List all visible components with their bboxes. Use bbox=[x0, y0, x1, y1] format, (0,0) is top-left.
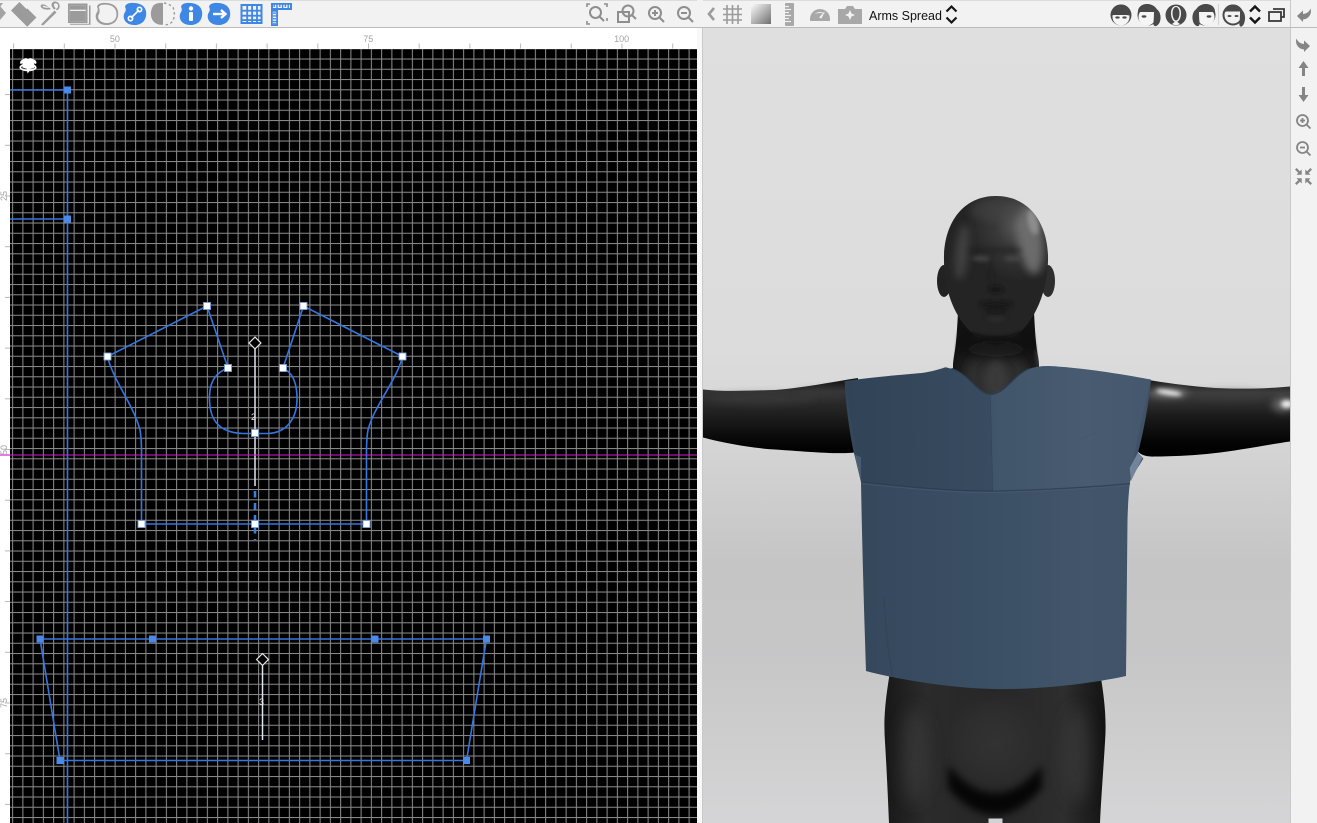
svg-text:2: 2 bbox=[251, 412, 256, 422]
svg-text:25: 25 bbox=[0, 191, 9, 201]
svg-text:Arms Spread: Arms Spread bbox=[869, 9, 942, 23]
svg-text:100: 100 bbox=[614, 34, 629, 44]
svg-text:3: 3 bbox=[259, 697, 264, 707]
svg-text:50: 50 bbox=[110, 34, 120, 44]
svg-text:50: 50 bbox=[0, 445, 9, 455]
svg-text:75: 75 bbox=[363, 34, 373, 44]
svg-text:75: 75 bbox=[0, 698, 9, 708]
